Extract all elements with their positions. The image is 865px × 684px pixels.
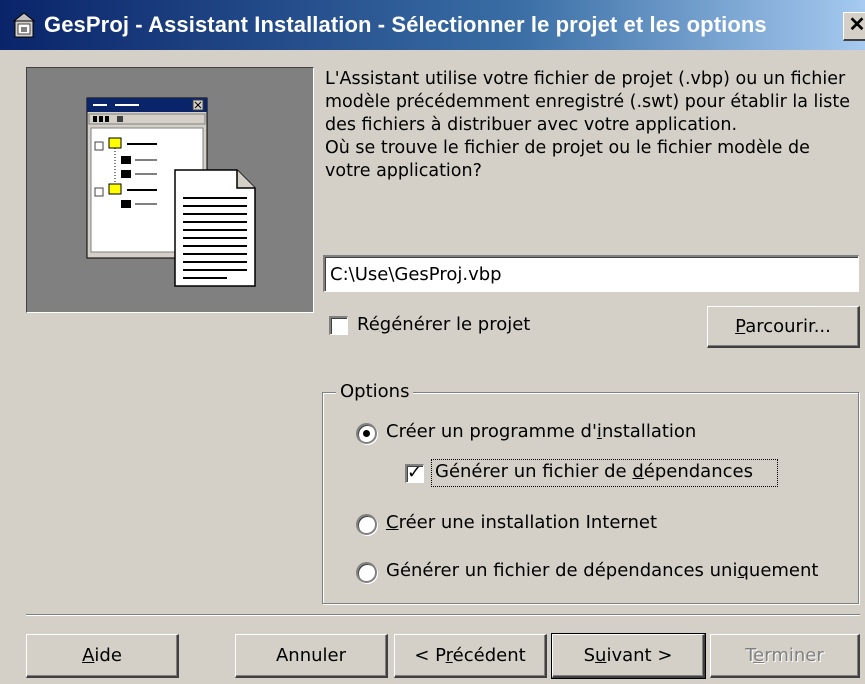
wizard-illustration bbox=[26, 67, 314, 313]
help-button[interactable]: Aide bbox=[26, 634, 179, 678]
dependency-only-radio[interactable] bbox=[356, 562, 377, 583]
description-paragraph-1: L'Assistant utilise votre fichier de pro… bbox=[325, 69, 850, 135]
options-group-title: Options bbox=[336, 381, 414, 402]
dependency-only-label[interactable]: Générer un fichier de dépendances unique… bbox=[386, 560, 818, 581]
internet-setup-radio[interactable] bbox=[356, 514, 377, 535]
rebuild-project-checkbox[interactable] bbox=[329, 316, 348, 335]
internet-setup-label[interactable]: Créer une installation Internet bbox=[386, 512, 657, 533]
description-paragraph-2: Où se trouve le fichier de projet ou le … bbox=[325, 138, 810, 181]
generate-dependency-label[interactable]: Générer un fichier de dépendances bbox=[435, 461, 753, 482]
radio-selected-dot bbox=[363, 430, 370, 437]
cancel-button[interactable]: Annuler bbox=[235, 634, 388, 678]
close-icon: ✕ bbox=[848, 14, 865, 36]
checkmark-icon: ✓ bbox=[407, 462, 423, 483]
project-window-document-icon bbox=[86, 97, 256, 287]
window-title: GesProj - Assistant Installation - Sélec… bbox=[44, 12, 767, 37]
setup-app-icon bbox=[12, 12, 36, 38]
footer-separator bbox=[26, 614, 860, 616]
project-path-input[interactable] bbox=[323, 255, 859, 292]
generate-dependency-checkbox[interactable]: ✓ bbox=[405, 462, 424, 483]
browse-button[interactable]: Parcourir... bbox=[707, 306, 860, 348]
rebuild-project-label[interactable]: Régénérer le projet bbox=[357, 314, 530, 335]
setup-wizard-window: GesProj - Assistant Installation - Sélec… bbox=[0, 0, 865, 684]
create-setup-label[interactable]: Créer un programme d'installation bbox=[386, 421, 696, 442]
finish-button[interactable]: Terminer bbox=[710, 634, 860, 678]
create-setup-radio[interactable] bbox=[356, 423, 377, 444]
title-bar[interactable]: GesProj - Assistant Installation - Sélec… bbox=[0, 0, 865, 50]
previous-button[interactable]: < Précédent bbox=[394, 634, 547, 678]
next-button[interactable]: Suivant > bbox=[551, 633, 706, 679]
close-button[interactable]: ✕ bbox=[843, 12, 865, 41]
wizard-description: L'Assistant utilise votre fichier de pro… bbox=[325, 68, 860, 183]
